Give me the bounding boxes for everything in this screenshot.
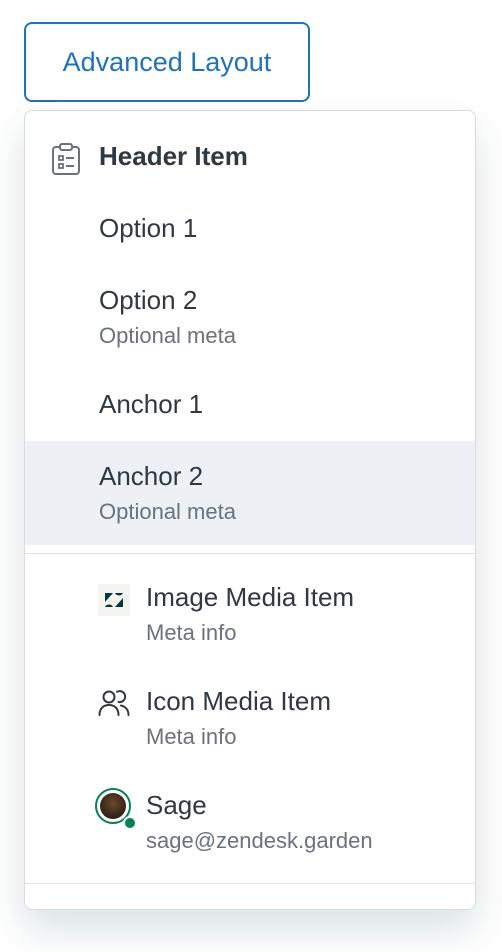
option-2-meta: Optional meta [99, 323, 236, 348]
menu-item-image-media[interactable]: Image Media Item Meta info [25, 562, 475, 666]
menu-header-item: Header Item [25, 121, 475, 193]
anchor-2-meta: Optional meta [99, 499, 236, 524]
dropdown-menu: Header Item Option 1 Option 2 Optional m… [24, 110, 476, 910]
anchor-2-label: Anchor 2 [99, 461, 204, 491]
menu-item-anchor-1[interactable]: Anchor 1 [25, 369, 475, 441]
avatar [95, 788, 137, 830]
sage-email: sage@zendesk.garden [146, 828, 373, 853]
menu-item-option-2[interactable]: Option 2 Optional meta [25, 265, 475, 369]
clipboard-list-icon [51, 143, 81, 180]
image-media-item-label: Image Media Item [146, 582, 355, 612]
zendesk-logo-icon [98, 584, 130, 616]
menu-item-anchor-2[interactable]: Anchor 2 Optional meta [25, 441, 475, 545]
icon-media-item-label: Icon Media Item [146, 686, 331, 716]
menu-item-sage[interactable]: Sage sage@zendesk.garden [25, 770, 475, 874]
icon-media-item-meta: Meta info [146, 724, 237, 749]
option-2-label: Option 2 [99, 285, 198, 315]
menu-item-option-1[interactable]: Option 1 [25, 193, 475, 265]
header-item-label: Header Item [99, 141, 248, 171]
advanced-layout-button[interactable]: Advanced Layout [24, 22, 310, 102]
anchor-1-label: Anchor 1 [99, 389, 204, 419]
sage-label: Sage [146, 790, 207, 820]
image-media-item-meta: Meta info [146, 620, 237, 645]
option-1-label: Option 1 [99, 213, 198, 243]
menu-separator-bottom [25, 883, 475, 884]
user-group-icon [98, 688, 130, 723]
status-online-badge [123, 816, 137, 830]
menu-item-icon-media[interactable]: Icon Media Item Meta info [25, 666, 475, 770]
menu-separator [25, 553, 475, 554]
